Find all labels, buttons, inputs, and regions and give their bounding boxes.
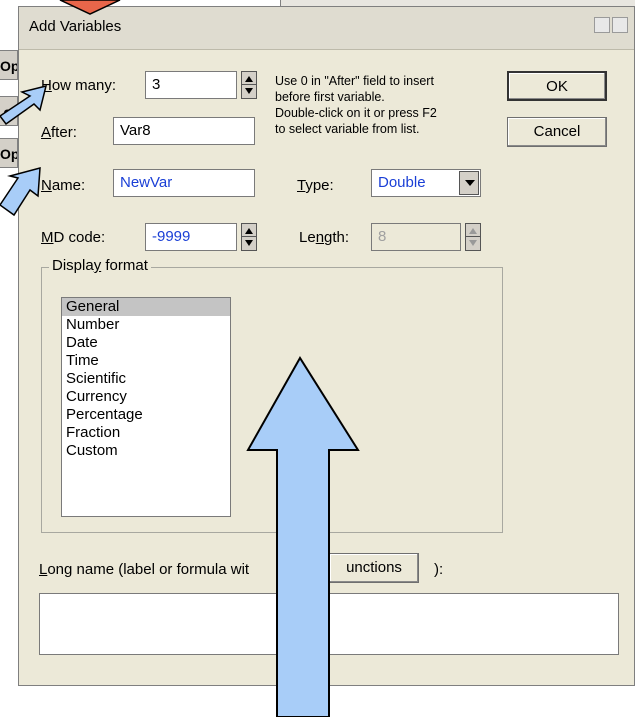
arrow-to-name-icon [0, 167, 41, 217]
arrow-to-how-many-icon [0, 84, 48, 126]
top-arrow-icon [59, 0, 121, 15]
annotation-overlay [0, 0, 360, 717]
big-up-arrow-icon [246, 356, 360, 717]
